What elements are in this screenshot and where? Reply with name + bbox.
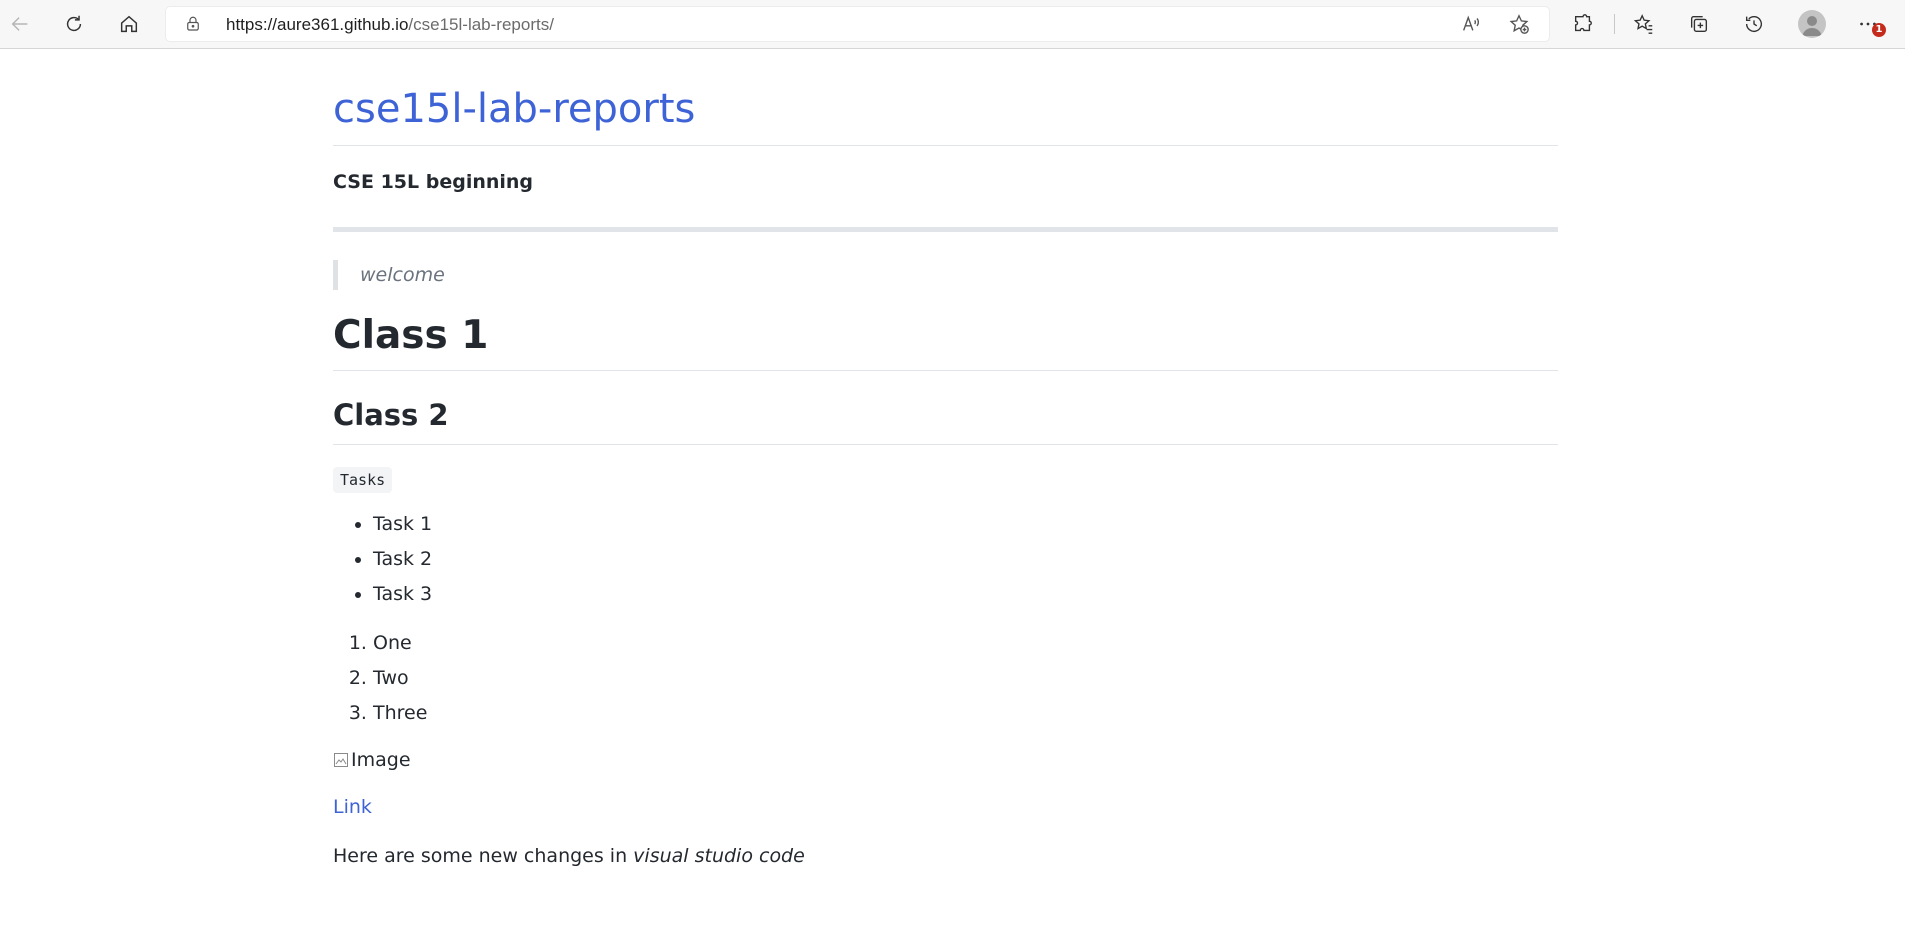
collections-button[interactable] bbox=[1683, 8, 1715, 40]
inline-code: Tasks bbox=[333, 466, 393, 493]
profile-avatar[interactable] bbox=[1798, 10, 1826, 38]
heading-class-2: Class 2 bbox=[333, 397, 1558, 445]
browser-toolbar: https://aure361.github.io/cse15l-lab-rep… bbox=[0, 0, 1905, 49]
puzzle-icon bbox=[1574, 14, 1592, 32]
read-aloud-icon[interactable] bbox=[1460, 13, 1482, 35]
favorites-button[interactable] bbox=[1628, 8, 1660, 40]
list-item: Task 2 bbox=[373, 542, 1558, 577]
arrow-left-icon bbox=[11, 17, 28, 31]
paragraph-emphasis: visual studio code bbox=[633, 844, 805, 867]
section-divider bbox=[333, 226, 1558, 232]
extensions-button[interactable] bbox=[1567, 8, 1599, 40]
changes-paragraph: Here are some new changes in visual stud… bbox=[333, 842, 1558, 871]
site-tagline: CSE 15L beginning bbox=[333, 171, 534, 193]
refresh-button[interactable] bbox=[58, 8, 90, 40]
list-item: Task 3 bbox=[373, 577, 1558, 612]
history-icon bbox=[1745, 16, 1762, 33]
heading-class-1: Class 1 bbox=[333, 312, 1558, 372]
task-list: Task 1 Task 2 Task 3 bbox=[333, 507, 1558, 612]
notification-badge: 1 bbox=[1872, 23, 1886, 37]
page-content: cse15l-lab-reports CSE 15L beginning wel… bbox=[333, 49, 1558, 870]
list-item: Task 1 bbox=[373, 507, 1558, 542]
home-button[interactable] bbox=[113, 8, 145, 40]
add-favorite-icon[interactable] bbox=[1508, 13, 1530, 35]
collections-icon bbox=[1690, 15, 1708, 33]
broken-image: Image bbox=[333, 745, 1558, 775]
url-path: /cse15l-lab-reports/ bbox=[408, 15, 554, 34]
welcome-blockquote: welcome bbox=[333, 259, 1558, 290]
refresh-icon bbox=[66, 15, 82, 32]
url-host: https://aure361.github.io bbox=[226, 15, 409, 34]
page-link[interactable]: Link bbox=[333, 793, 1558, 822]
user-icon bbox=[1802, 16, 1822, 36]
list-item: Two bbox=[373, 661, 1558, 696]
toolbar-divider bbox=[1614, 14, 1615, 34]
lock-icon[interactable] bbox=[184, 15, 202, 33]
home-icon bbox=[120, 15, 138, 33]
favorites-icon bbox=[1633, 14, 1653, 34]
image-alt-text: Image bbox=[351, 748, 411, 771]
list-item: One bbox=[373, 626, 1558, 661]
list-item: Three bbox=[373, 696, 1558, 731]
site-title-link[interactable]: cse15l-lab-reports bbox=[333, 85, 1558, 146]
broken-image-icon bbox=[334, 753, 348, 767]
history-button[interactable] bbox=[1738, 8, 1770, 40]
address-bar[interactable]: https://aure361.github.io/cse15l-lab-rep… bbox=[166, 7, 1549, 41]
url-text[interactable]: https://aure361.github.io/cse15l-lab-rep… bbox=[226, 15, 554, 35]
paragraph-text: Here are some new changes in bbox=[333, 844, 634, 867]
numbered-list: One Two Three bbox=[333, 626, 1558, 731]
back-button[interactable] bbox=[4, 8, 36, 40]
